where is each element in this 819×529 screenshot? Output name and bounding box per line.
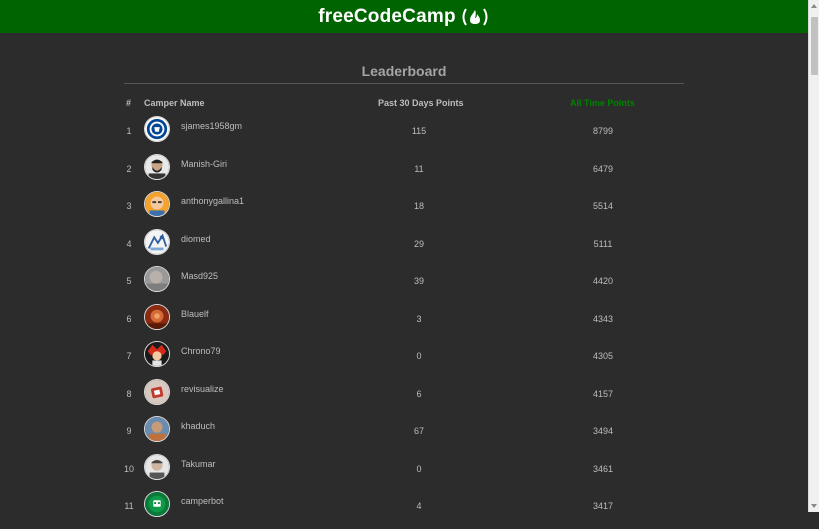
- rank-cell: 2: [126, 163, 132, 174]
- alltime-points-cell: 3494: [592, 426, 614, 436]
- recent-points-cell: 18: [413, 201, 424, 211]
- table-row: 4 diomed 29 5111: [120, 228, 688, 267]
- table-row: 6 Blauelf 3 4343: [120, 303, 688, 342]
- leaderboard: Leaderboard # Camper Name Past 30 Days P…: [120, 61, 688, 517]
- brand-name: freeCodeCamp: [318, 5, 456, 27]
- table-row: 9 khaduch 67 3494: [120, 416, 688, 454]
- scroll-up-arrow-icon[interactable]: [811, 4, 817, 8]
- scrollbar-thumb[interactable]: [811, 17, 818, 75]
- vertical-scrollbar[interactable]: [808, 0, 819, 512]
- recent-points-cell: 0: [416, 351, 422, 361]
- recent-points-cell: 4: [416, 501, 422, 511]
- rank-cell: 4: [126, 238, 132, 249]
- leaderboard-rows: 1 sjames1958gm 115 8799 2 Manish-Giri 11…: [120, 116, 688, 529]
- top-navbar: freeCodeCamp: [0, 0, 808, 33]
- flame-icon: [460, 7, 490, 27]
- scroll-down-arrow-icon[interactable]: [811, 504, 817, 508]
- table-row: 10 Takumar 0 3461: [120, 453, 688, 492]
- rank-cell: 10: [124, 463, 135, 474]
- rank-cell: 7: [126, 351, 132, 361]
- recent-points-cell: 29: [413, 238, 424, 249]
- alltime-points-cell: 5111: [593, 238, 613, 249]
- red-photo-avatar: [144, 303, 170, 330]
- recent-points-cell: 0: [416, 463, 422, 474]
- recent-points-cell: 3: [416, 313, 422, 324]
- rank-cell: 9: [126, 426, 132, 436]
- table-row: 1 sjames1958gm 115 8799: [120, 116, 688, 154]
- sketch-avatar: [144, 228, 170, 255]
- camper-name-link[interactable]: Chrono79: [181, 346, 221, 356]
- alltime-points-cell: 5514: [592, 201, 614, 211]
- alltime-points-cell: 3461: [592, 463, 614, 474]
- photo-avatar: [144, 416, 170, 442]
- bot-avatar: [144, 491, 170, 517]
- table-row: 2 Manish-Giri 11 6479: [120, 153, 688, 192]
- rank-cell: 8: [126, 388, 132, 399]
- camper-name-link[interactable]: diomed: [181, 234, 211, 244]
- anime-avatar: [144, 341, 170, 367]
- blurred-photo-avatar: [144, 266, 170, 292]
- recent-points-cell: 11: [414, 163, 424, 174]
- portrait-avatar: [144, 453, 170, 480]
- rank-cell: 5: [126, 276, 132, 286]
- crest-avatar: [144, 116, 170, 142]
- rank-column-header: #: [126, 98, 132, 108]
- rank-cell: 1: [126, 126, 132, 136]
- brand-link[interactable]: freeCodeCamp: [318, 6, 490, 28]
- alltime-points-cell: 6479: [592, 163, 614, 174]
- camper-name-link[interactable]: khaduch: [181, 421, 215, 431]
- alltime-points-cell: 3417: [592, 501, 614, 511]
- table-row: 5 Masd925 39 4420: [120, 266, 688, 304]
- leaderboard-title: Leaderboard: [124, 61, 684, 84]
- recent-points-cell: 39: [413, 276, 424, 286]
- rank-cell: 6: [126, 313, 132, 324]
- alltime-points-cell: 8799: [592, 126, 614, 136]
- camper-name-link[interactable]: camperbot: [181, 496, 224, 506]
- camper-name-link[interactable]: Manish-Giri: [181, 159, 227, 169]
- name-column-header: Camper Name: [144, 98, 205, 108]
- rank-cell: 11: [124, 501, 134, 511]
- alltime-points-cell: 4343: [592, 313, 614, 324]
- recent-points-column-header[interactable]: Past 30 Days Points: [378, 98, 464, 108]
- recent-points-cell: 6: [416, 388, 422, 399]
- rank-cell: 3: [126, 201, 132, 211]
- table-row: 11 camperbot 4 3417: [120, 491, 688, 529]
- table-row: 3 anthonygallina1 18 5514: [120, 191, 688, 229]
- camper-name-link[interactable]: sjames1958gm: [181, 121, 242, 131]
- camper-name-link[interactable]: Blauelf: [181, 309, 209, 319]
- camper-name-link[interactable]: Takumar: [181, 459, 216, 469]
- camper-name-link[interactable]: anthonygallina1: [181, 196, 244, 206]
- camper-name-link[interactable]: Masd925: [181, 271, 218, 281]
- table-header: # Camper Name Past 30 Days Points All Ti…: [120, 98, 688, 112]
- bearded-man-avatar: [144, 153, 170, 180]
- logo-avatar: [144, 378, 170, 405]
- alltime-points-cell: 4305: [592, 351, 614, 361]
- recent-points-cell: 115: [411, 126, 427, 136]
- alltime-points-cell: 4157: [592, 388, 614, 399]
- cartoon-man-avatar: [144, 191, 170, 217]
- alltime-points-cell: 4420: [592, 276, 614, 286]
- camper-name-link[interactable]: revisualize: [181, 384, 224, 394]
- alltime-points-column-header[interactable]: All Time Points: [570, 98, 635, 108]
- table-row: 8 revisualize 6 4157: [120, 378, 688, 417]
- table-row: 7 Chrono79 0 4305: [120, 341, 688, 379]
- recent-points-cell: 67: [413, 426, 424, 436]
